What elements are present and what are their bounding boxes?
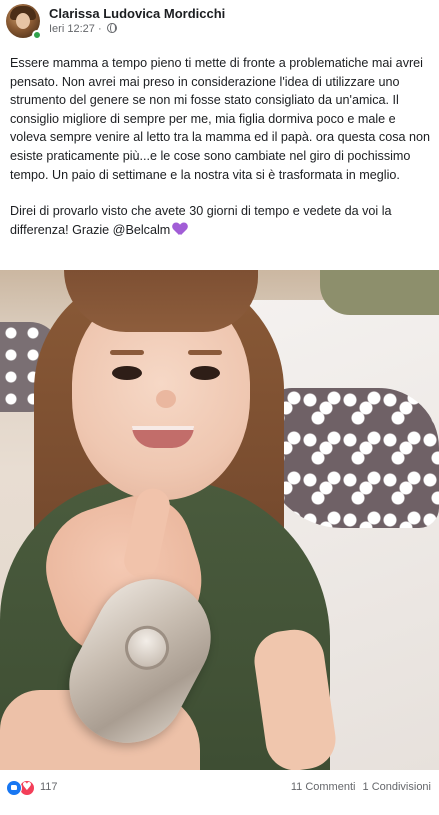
avatar-face: [16, 13, 30, 29]
photo-brow-right: [188, 350, 222, 355]
photo-eye-left: [112, 366, 142, 380]
globe-icon[interactable]: [106, 23, 117, 33]
engagement-summary: 11 Commenti 1 Condivisioni: [291, 781, 431, 793]
online-status-icon: [32, 30, 42, 40]
post-time[interactable]: Ieri 12:27: [49, 23, 95, 35]
post-photo[interactable]: [0, 270, 439, 770]
post-paragraph-2: Direi di provarlo visto che avete 30 gio…: [10, 202, 434, 239]
photo-eye-right: [190, 366, 220, 380]
meta-separator: ·: [97, 23, 102, 35]
like-icon[interactable]: [6, 780, 22, 796]
photo-child-bangs: [64, 270, 258, 332]
photo-brow-left: [110, 350, 144, 355]
post-paragraph-2-text: Direi di provarlo visto che avete 30 gio…: [10, 204, 392, 237]
reaction-count[interactable]: 117: [40, 781, 58, 793]
photo-pillow: [320, 270, 439, 315]
post-footer: 117 11 Commenti 1 Condivisioni: [0, 770, 439, 815]
purple-heart-icon: [173, 223, 187, 235]
post-body: Essere mamma a tempo pieno ti mette di f…: [10, 54, 434, 257]
photo-nose: [156, 390, 176, 408]
comments-count[interactable]: 11 Commenti: [291, 781, 356, 793]
author-name[interactable]: Clarissa Ludovica Mordicchi: [49, 6, 225, 21]
post-meta: Ieri 12:27 ·: [49, 23, 117, 35]
post-header: Clarissa Ludovica Mordicchi Ieri 12:27 ·: [0, 0, 439, 44]
post-paragraph-1: Essere mamma a tempo pieno ti mette di f…: [10, 56, 431, 182]
photo-blanket: [262, 388, 439, 528]
photo-device-button: [117, 618, 177, 678]
shares-count[interactable]: 1 Condivisioni: [363, 781, 431, 793]
